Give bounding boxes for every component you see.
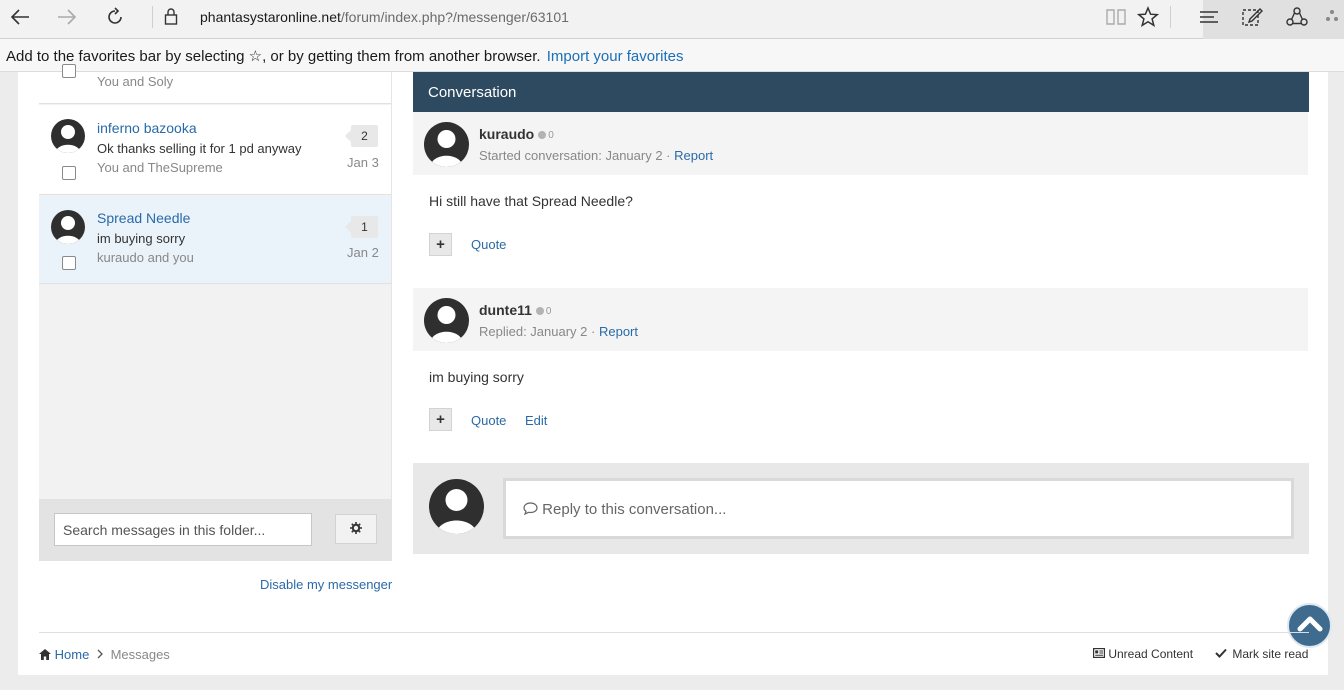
reply-placeholder: Reply to this conversation... — [542, 501, 727, 518]
chevron-up-icon — [1297, 614, 1323, 637]
post-header: kuraudo 0 Started conversation: January 2… — [413, 112, 1308, 175]
quote-link[interactable]: Quote — [471, 237, 506, 252]
message-checkbox[interactable] — [62, 166, 76, 180]
breadcrumb-home[interactable]: Home — [55, 647, 90, 662]
browser-toolbar: phantasystaronline.net/forum/index.php?/… — [0, 0, 1344, 50]
post-author[interactable]: dunte11 — [479, 302, 532, 318]
message-snippet: Ok thanks selling it for 1 pd anyway — [97, 141, 302, 156]
avatar[interactable] — [51, 210, 85, 244]
speech-bubble-icon — [523, 501, 542, 518]
share-icon[interactable] — [1283, 5, 1311, 29]
post-author[interactable]: kuraudo — [479, 126, 534, 142]
back-arrow-icon[interactable] — [5, 4, 35, 30]
message-title[interactable]: Spread Needle — [97, 210, 190, 226]
message-date: Jan 3 — [347, 155, 379, 170]
report-link[interactable]: Report — [674, 148, 713, 163]
hub-icon[interactable] — [1195, 5, 1223, 29]
reputation-badge: 0 — [538, 130, 554, 141]
address-separator — [152, 6, 153, 28]
scroll-to-top-button[interactable] — [1287, 603, 1332, 648]
message-participants: kuraudo and you — [97, 250, 194, 265]
multiquote-plus-button[interactable]: + — [429, 408, 452, 431]
reading-view-icon[interactable] — [1102, 5, 1130, 29]
avatar[interactable] — [424, 298, 469, 343]
avatar — [429, 479, 484, 534]
message-date: Jan 2 — [347, 245, 379, 260]
message-participants: You and TheSupreme — [97, 160, 223, 175]
avatar[interactable] — [424, 122, 469, 167]
post-date: Replied: January 2 · — [479, 324, 596, 339]
web-note-icon[interactable] — [1238, 5, 1266, 29]
post-author-name: kuraudo 0 — [479, 126, 554, 142]
import-favorites-link[interactable]: Import your favorites — [547, 48, 684, 65]
reputation-badge: 0 — [535, 306, 552, 317]
conversation-header: Conversation — [413, 72, 1309, 112]
message-title[interactable]: inferno bazooka — [97, 120, 197, 136]
chevron-right-icon — [93, 647, 111, 662]
footer-divider — [39, 632, 1309, 633]
edit-link[interactable]: Edit — [525, 413, 547, 428]
list-item[interactable]: You and Soly — [39, 64, 391, 104]
favorites-bar: Add to the favorites bar by selecting ☆,… — [0, 39, 1344, 72]
breadcrumb-current: Messages — [110, 647, 170, 662]
reply-count-badge: 2 — [345, 125, 378, 147]
multiquote-plus-button[interactable]: + — [429, 233, 452, 256]
address-bar[interactable]: phantasystaronline.net/forum/index.php?/… — [200, 9, 569, 25]
list-item[interactable]: Spread Needle im buying sorry kuraudo an… — [39, 196, 391, 284]
toolbar-separator — [1170, 6, 1171, 28]
unread-content-label: Unread Content — [1108, 647, 1194, 661]
newspaper-icon — [1093, 647, 1108, 661]
post-meta: Replied: January 2 · Report — [479, 324, 638, 339]
mark-site-read-label: Mark site read — [1232, 647, 1309, 661]
message-checkbox[interactable] — [62, 64, 76, 78]
avatar[interactable] — [51, 119, 85, 153]
reply-input[interactable]: Reply to this conversation... — [503, 478, 1294, 539]
gear-icon — [350, 521, 362, 537]
home-icon[interactable] — [39, 647, 55, 662]
forward-arrow-icon[interactable] — [52, 4, 82, 30]
unread-content-link[interactable]: Unread Content — [1093, 647, 1193, 661]
post-date: Started conversation: January 2 · — [479, 148, 671, 163]
folder-settings-button[interactable] — [335, 514, 377, 544]
report-link[interactable]: Report — [599, 324, 638, 339]
checkmark-icon — [1215, 647, 1232, 661]
disable-messenger-link[interactable]: Disable my messenger — [260, 577, 392, 592]
post-author-name: dunte11 0 — [479, 302, 551, 318]
mark-site-read-link[interactable]: Mark site read — [1215, 647, 1308, 661]
more-icon[interactable] — [1320, 5, 1344, 29]
url-host: phantasystaronline.net — [200, 9, 341, 25]
reply-count-badge: 1 — [345, 216, 378, 238]
message-checkbox[interactable] — [62, 256, 76, 270]
refresh-icon[interactable] — [100, 4, 130, 30]
lock-icon[interactable] — [164, 7, 178, 30]
favorites-bar-text: Add to the favorites bar by selecting ☆,… — [6, 48, 541, 65]
quote-link[interactable]: Quote — [471, 413, 506, 428]
breadcrumb: Home Messages — [39, 647, 170, 662]
post-meta: Started conversation: January 2 · Report — [479, 148, 713, 163]
message-participants: You and Soly — [97, 74, 174, 89]
search-input[interactable] — [54, 513, 312, 546]
star-icon[interactable] — [1134, 5, 1162, 29]
reputation-count: 0 — [545, 306, 552, 317]
list-item[interactable]: inferno bazooka Ok thanks selling it for… — [39, 105, 391, 195]
post-header: dunte11 0 Replied: January 2 · Report — [413, 288, 1308, 351]
post-body: im buying sorry — [429, 369, 524, 385]
post-body: Hi still have that Spread Needle? — [429, 193, 633, 209]
url-path: /forum/index.php?/messenger/63101 — [340, 9, 569, 25]
reputation-count: 0 — [548, 130, 554, 141]
message-snippet: im buying sorry — [97, 231, 186, 246]
conversation-title: Conversation — [428, 84, 517, 101]
